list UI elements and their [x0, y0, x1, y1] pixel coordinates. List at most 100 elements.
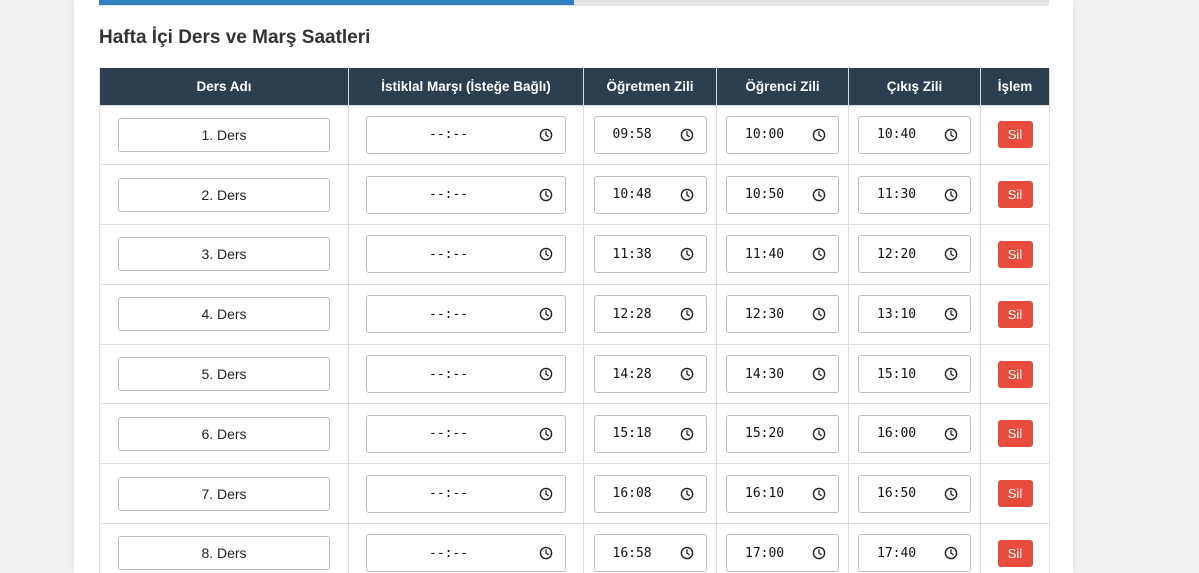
lesson-name-input[interactable]: 2. Ders — [118, 177, 330, 212]
student-bell-cell: 10:00 — [716, 104, 849, 166]
student-bell-input[interactable]: 17:00 — [726, 534, 839, 573]
lesson-name-input[interactable]: 4. Ders — [118, 297, 330, 332]
exit-bell-input[interactable]: 17:40 — [858, 534, 971, 573]
clock-icon[interactable] — [944, 487, 958, 501]
anthem-time-input[interactable]: --:-- — [366, 355, 566, 394]
clock-icon[interactable] — [944, 247, 958, 261]
student-bell-cell: 14:30 — [716, 343, 849, 405]
teacher-bell-input[interactable]: 16:08 — [593, 474, 707, 513]
anthem-time-input[interactable]: --:-- — [366, 235, 566, 274]
clock-icon[interactable] — [539, 427, 553, 441]
clock-icon[interactable] — [812, 247, 826, 261]
student-bell-input[interactable]: 10:00 — [726, 115, 839, 154]
student-bell-input[interactable]: 15:20 — [726, 414, 839, 453]
exit-bell-input[interactable]: 12:20 — [858, 235, 971, 274]
student-bell-input[interactable]: 11:40 — [726, 235, 839, 274]
teacher-bell-input[interactable]: 12:28 — [593, 295, 707, 334]
student-bell-input[interactable]: 16:10 — [726, 474, 839, 513]
lesson-name-input[interactable]: 5. Ders — [118, 357, 330, 392]
clock-icon[interactable] — [539, 367, 553, 381]
exit-bell-input[interactable]: 13:10 — [858, 295, 971, 334]
time-value: 16:58 — [612, 545, 652, 561]
delete-button[interactable]: Sil — [997, 121, 1033, 149]
teacher-bell-input[interactable]: 11:38 — [593, 235, 707, 274]
teacher-bell-input[interactable]: 10:48 — [593, 175, 707, 214]
clock-icon[interactable] — [680, 188, 694, 202]
clock-icon[interactable] — [539, 487, 553, 501]
student-bell-input[interactable]: 10:50 — [726, 175, 839, 214]
lesson-name-input[interactable]: 6. Ders — [118, 416, 330, 451]
student-bell-input[interactable]: 14:30 — [726, 355, 839, 394]
exit-bell-input[interactable]: 16:00 — [858, 414, 971, 453]
delete-button[interactable]: Sil — [997, 539, 1033, 567]
lesson-name-cell: 7. Ders — [99, 463, 349, 525]
clock-icon[interactable] — [944, 307, 958, 321]
delete-button[interactable]: Sil — [997, 480, 1033, 508]
clock-icon[interactable] — [539, 128, 553, 142]
anthem-time-input[interactable]: --:-- — [366, 414, 566, 453]
tab-bar[interactable] — [99, 0, 1049, 6]
clock-icon[interactable] — [680, 427, 694, 441]
clock-icon[interactable] — [680, 247, 694, 261]
lesson-name-input[interactable]: 7. Ders — [118, 476, 330, 511]
delete-button[interactable]: Sil — [997, 300, 1033, 328]
lesson-name-cell: 3. Ders — [99, 224, 349, 285]
tab-active-indicator — [99, 0, 574, 5]
exit-bell-input[interactable]: 15:10 — [858, 355, 971, 394]
clock-icon[interactable] — [812, 546, 826, 560]
action-cell: Sil — [980, 463, 1050, 525]
clock-icon[interactable] — [812, 188, 826, 202]
clock-icon[interactable] — [539, 546, 553, 560]
time-value: 10:40 — [877, 127, 917, 143]
anthem-time-input[interactable]: --:-- — [366, 534, 566, 573]
time-value: 12:30 — [745, 306, 785, 322]
clock-icon[interactable] — [539, 247, 553, 261]
action-cell: Sil — [980, 104, 1050, 166]
table-row: 2. Ders --:-- 10:48 10:50 11:30 Sil — [99, 164, 1050, 226]
anthem-time-input[interactable]: --:-- — [366, 295, 566, 334]
clock-icon[interactable] — [680, 546, 694, 560]
clock-icon[interactable] — [944, 188, 958, 202]
clock-icon[interactable] — [812, 427, 826, 441]
time-value: 16:08 — [612, 486, 652, 502]
clock-icon[interactable] — [944, 128, 958, 142]
anthem-time-input[interactable]: --:-- — [366, 115, 566, 154]
clock-icon[interactable] — [680, 307, 694, 321]
exit-bell-input[interactable]: 10:40 — [858, 115, 971, 154]
clock-icon[interactable] — [812, 367, 826, 381]
lesson-name-input[interactable]: 1. Ders — [118, 117, 330, 152]
time-value: --:-- — [429, 306, 469, 322]
delete-button[interactable]: Sil — [997, 360, 1033, 388]
anthem-time-input[interactable]: --:-- — [366, 474, 566, 513]
clock-icon[interactable] — [680, 128, 694, 142]
clock-icon[interactable] — [539, 188, 553, 202]
teacher-bell-input[interactable]: 14:28 — [593, 355, 707, 394]
header-teacher-bell: Öğretmen Zili — [583, 68, 717, 106]
teacher-bell-input[interactable]: 16:58 — [593, 534, 707, 573]
lesson-name-input[interactable]: 8. Ders — [118, 536, 330, 571]
time-value: 12:28 — [612, 306, 652, 322]
clock-icon[interactable] — [944, 546, 958, 560]
clock-icon[interactable] — [812, 128, 826, 142]
table-row: 1. Ders --:-- 09:58 10:00 10:40 Sil — [99, 104, 1050, 166]
teacher-bell-input[interactable]: 09:58 — [593, 115, 707, 154]
teacher-bell-input[interactable]: 15:18 — [593, 414, 707, 453]
exit-bell-input[interactable]: 16:50 — [858, 474, 971, 513]
clock-icon[interactable] — [812, 307, 826, 321]
action-cell: Sil — [980, 523, 1050, 573]
delete-button[interactable]: Sil — [997, 420, 1033, 448]
delete-button[interactable]: Sil — [997, 181, 1033, 209]
clock-icon[interactable] — [944, 427, 958, 441]
clock-icon[interactable] — [680, 367, 694, 381]
time-value: 16:00 — [877, 426, 917, 442]
clock-icon[interactable] — [680, 487, 694, 501]
header-exit-bell: Çıkış Zili — [848, 68, 981, 106]
lesson-name-input[interactable]: 3. Ders — [118, 237, 330, 272]
delete-button[interactable]: Sil — [997, 240, 1033, 268]
clock-icon[interactable] — [812, 487, 826, 501]
clock-icon[interactable] — [944, 367, 958, 381]
exit-bell-input[interactable]: 11:30 — [858, 175, 971, 214]
clock-icon[interactable] — [539, 307, 553, 321]
student-bell-input[interactable]: 12:30 — [726, 295, 839, 334]
anthem-time-input[interactable]: --:-- — [366, 175, 566, 214]
